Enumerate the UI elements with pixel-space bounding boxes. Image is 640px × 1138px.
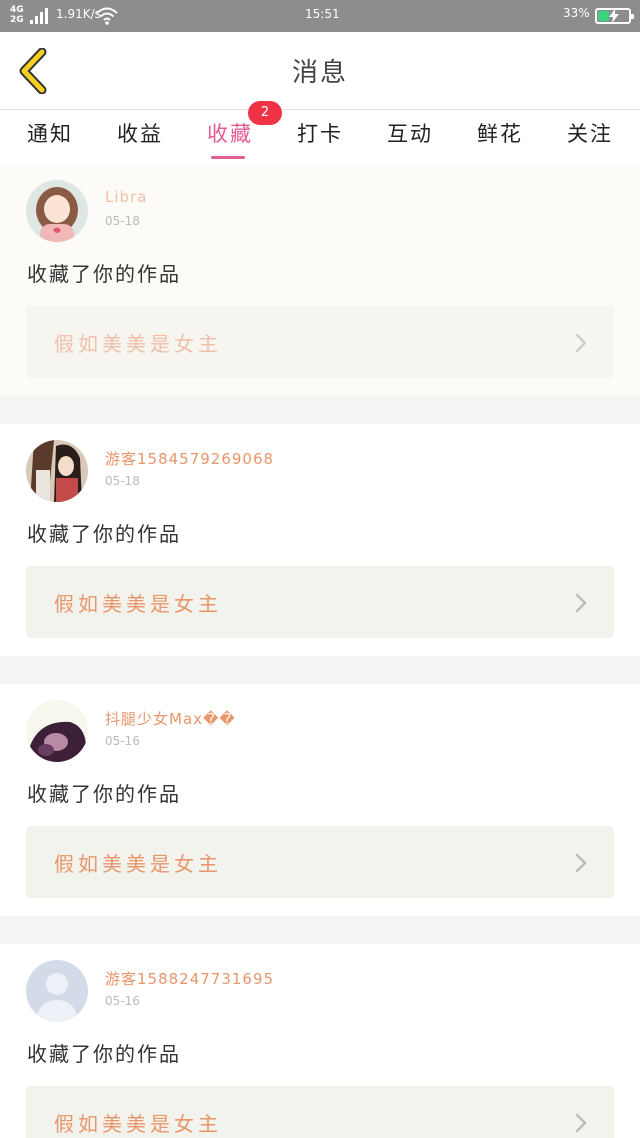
work-link[interactable]: 假如美美是女主	[26, 1086, 614, 1138]
work-title: 假如美美是女主	[54, 592, 222, 616]
tab-following[interactable]: 关注	[550, 118, 630, 148]
work-title: 假如美美是女主	[54, 332, 222, 356]
action-text: 收藏了你的作品	[27, 1042, 181, 1066]
default-user-icon	[26, 960, 88, 1022]
list-item: 抖腿少女Max�� 05-16 收藏了你的作品 假如美美是女主	[0, 684, 640, 916]
chevron-right-icon	[575, 1113, 587, 1133]
timestamp: 05-18	[105, 214, 140, 228]
tab-earnings[interactable]: 收益	[100, 118, 180, 148]
action-text: 收藏了你的作品	[27, 782, 181, 806]
timestamp: 05-18	[105, 474, 140, 488]
timestamp: 05-16	[105, 994, 140, 1008]
avatar-girl-image	[26, 180, 88, 242]
chevron-right-icon	[575, 593, 587, 613]
user-name[interactable]: 游客15845792690​68	[105, 448, 274, 469]
tab-notifications[interactable]: 通知	[10, 118, 90, 148]
user-name[interactable]: 抖腿少女Max��	[105, 708, 236, 729]
chevron-right-icon	[575, 333, 587, 353]
favorites-badge: 2	[248, 101, 282, 125]
active-tab-indicator	[211, 156, 245, 159]
network-type: 4G 2G	[10, 5, 24, 25]
page-title: 消息	[291, 58, 348, 88]
work-link[interactable]: 假如美美是女主	[26, 306, 614, 378]
avatar-photo-image	[26, 700, 88, 762]
battery-level	[598, 11, 609, 21]
avatar[interactable]	[26, 700, 88, 762]
divider	[0, 656, 640, 684]
status-bar: 4G 2G 1.91K/s 15:51 33%	[0, 0, 640, 32]
divider	[0, 396, 640, 424]
work-link[interactable]: 假如美美是女主	[26, 566, 614, 638]
work-link[interactable]: 假如美美是女主	[26, 826, 614, 898]
tab-flowers[interactable]: 鲜花	[460, 118, 540, 148]
charging-icon	[609, 9, 619, 23]
signal-icon	[30, 8, 48, 24]
action-text: 收藏了你的作品	[27, 262, 181, 286]
battery-icon	[595, 8, 634, 24]
nav-bar: 消息	[0, 32, 640, 110]
work-title: 假如美美是女主	[54, 852, 222, 876]
network-speed: 1.91K/s	[56, 7, 101, 21]
divider	[0, 916, 640, 944]
battery-percent: 33%	[563, 6, 590, 20]
avatar-illustration-image	[26, 440, 88, 502]
user-name[interactable]: 游客15882477316​95	[105, 968, 274, 989]
user-name[interactable]: Libra	[105, 188, 147, 206]
tab-bar: 通知 收益 收藏 打卡 互动 鲜花 关注	[0, 110, 640, 164]
avatar[interactable]	[26, 180, 88, 242]
avatar[interactable]	[26, 440, 88, 502]
avatar[interactable]	[26, 960, 88, 1022]
action-text: 收藏了你的作品	[27, 522, 181, 546]
list-item: 游客15882477316​95 05-16 收藏了你的作品 假如美美是女主	[0, 944, 640, 1138]
tab-favorites-label: 收藏	[207, 122, 253, 146]
tab-interactions[interactable]: 互动	[370, 118, 450, 148]
chevron-right-icon	[575, 853, 587, 873]
clock: 15:51	[305, 7, 340, 21]
tab-checkin[interactable]: 打卡	[280, 118, 360, 148]
wifi-icon	[96, 7, 118, 25]
list-item: Libra 05-18 收藏了你的作品 假如美美是女主	[0, 164, 640, 396]
work-title: 假如美美是女主	[54, 1112, 222, 1136]
list-item: 游客15845792690​68 05-18 收藏了你的作品 假如美美是女主	[0, 424, 640, 656]
timestamp: 05-16	[105, 734, 140, 748]
